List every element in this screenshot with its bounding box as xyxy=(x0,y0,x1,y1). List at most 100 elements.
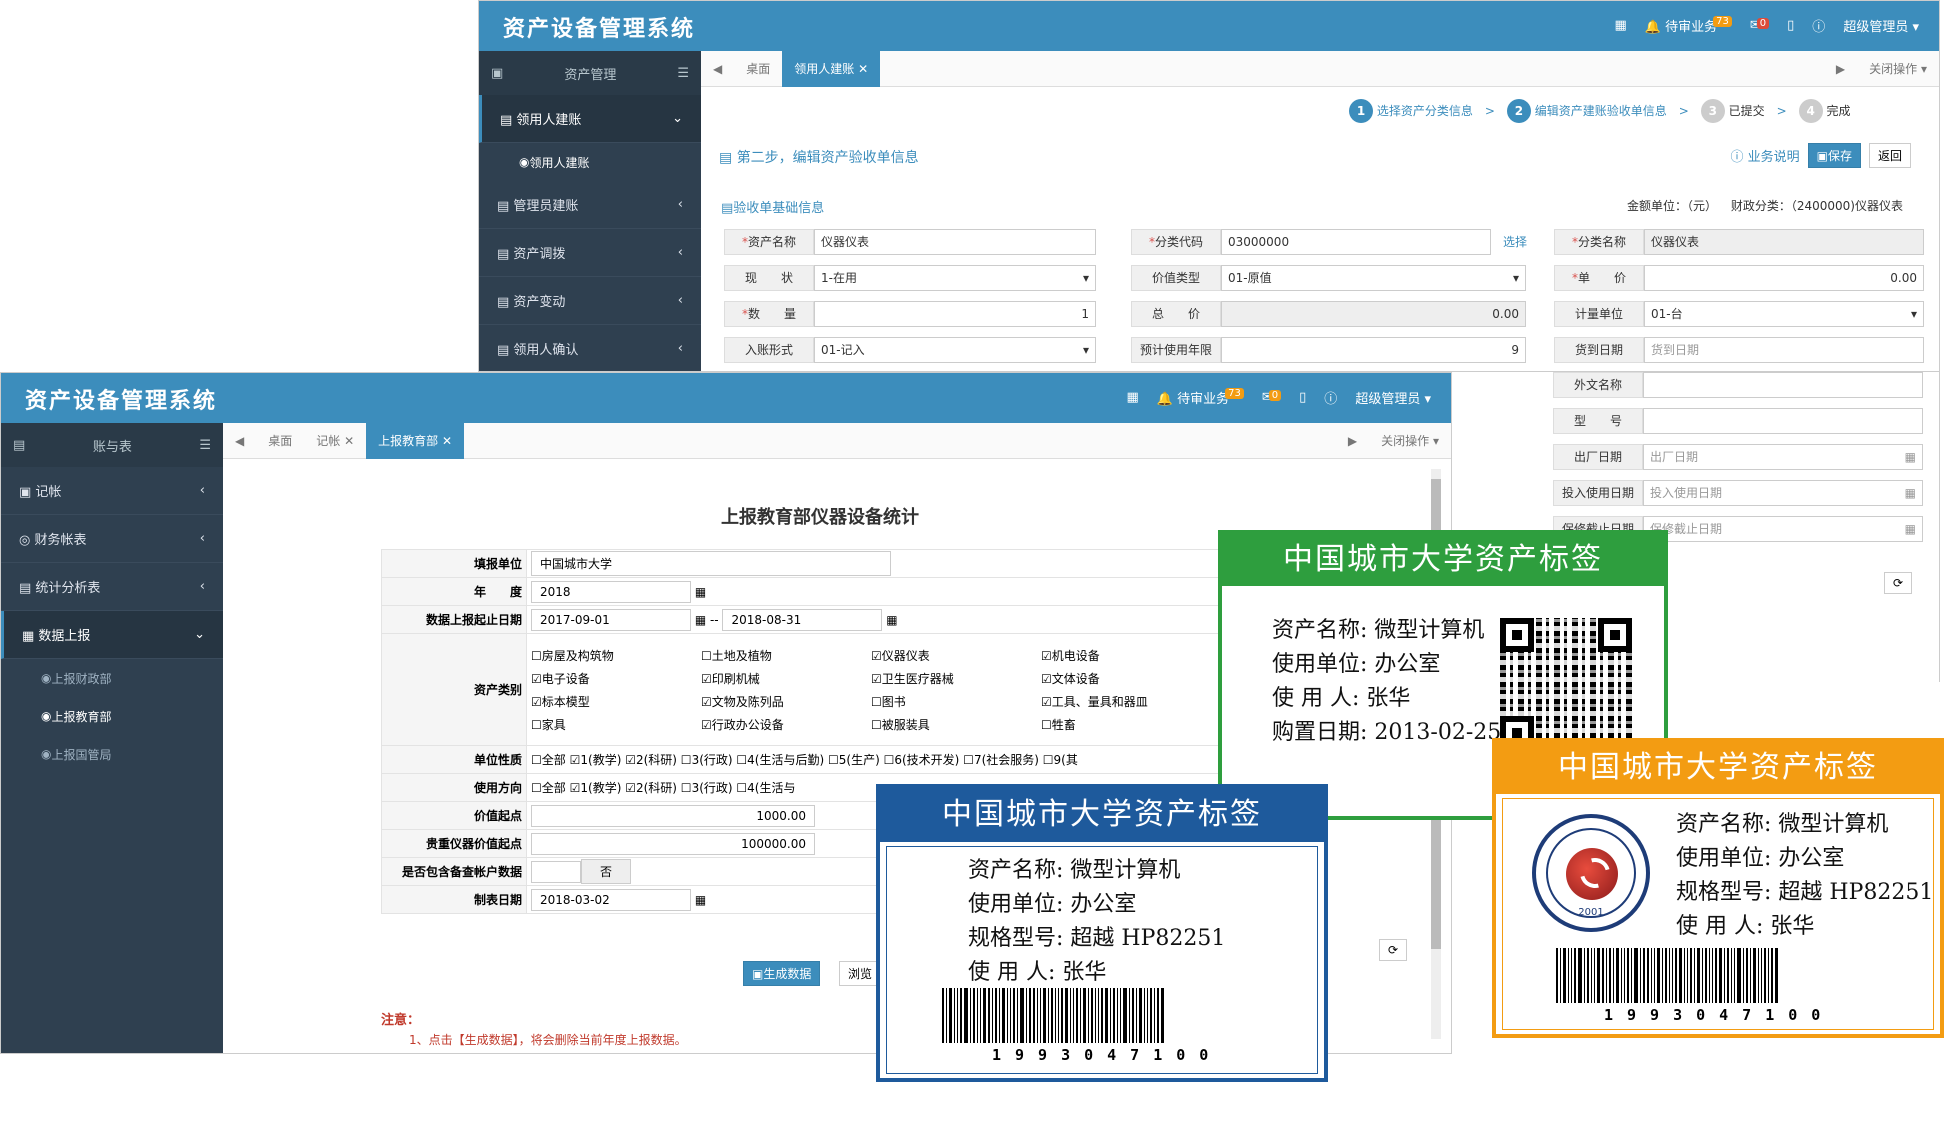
sidebar-sub-finance[interactable]: ◉ 上报财政部 xyxy=(1,659,223,697)
cat-checkbox[interactable]: ☐房屋及构筑物 xyxy=(531,647,701,664)
barcode-bar xyxy=(1613,948,1614,1003)
sidebar-item-ledger[interactable]: ▤ 领用人建账 ⌄ xyxy=(479,95,701,143)
table-date-input[interactable]: 2018-03-02 xyxy=(531,888,691,911)
generate-data-button[interactable]: ▣生成数据 xyxy=(743,961,821,986)
tab-prev-icon[interactable]: ◀ xyxy=(701,51,734,87)
mobile-icon[interactable]: ▯ xyxy=(1299,390,1306,405)
nature-checkbox[interactable]: ☐6(技术开发) xyxy=(884,753,960,767)
grid-icon[interactable]: ▦ xyxy=(1126,390,1138,405)
mobile-icon[interactable]: ▯ xyxy=(1787,18,1794,33)
nature-checkbox[interactable]: ☐3(行政) xyxy=(681,753,733,767)
cat-checkbox[interactable]: ☑工具、量具和器皿 xyxy=(1041,693,1211,710)
mail-icon[interactable]: ✉0 xyxy=(1262,390,1282,405)
dir-checkbox[interactable]: ☐全部 xyxy=(531,781,566,795)
cat-checkbox[interactable]: ☐土地及植物 xyxy=(701,647,871,664)
sidebar-item-report[interactable]: ▦ 数据上报 ⌄ xyxy=(1,611,223,659)
barcode-bar xyxy=(1556,948,1558,1003)
sidebar-sub-gov[interactable]: ◉ 上报国管局 xyxy=(1,735,223,773)
cat-checkbox[interactable]: ☐被服装具 xyxy=(871,716,1041,733)
cat-checkbox[interactable]: ☑行政办公设备 xyxy=(701,716,871,733)
nature-checkbox[interactable]: ☑1(教学) xyxy=(570,753,622,767)
menu-toggle-icon[interactable]: ☰ xyxy=(199,438,211,453)
sidebar-item-transfer[interactable]: ▤ 资产调拨 ‹ xyxy=(479,229,701,277)
nature-checkbox[interactable]: ☐9(其 xyxy=(1043,753,1078,767)
tab-bookkeeping[interactable]: 记帐 ✕ xyxy=(304,423,366,459)
calendar-icon[interactable]: ▦ xyxy=(691,585,706,599)
pending-link[interactable]: 🔔 待审业务73 xyxy=(1645,16,1732,35)
start-value-input[interactable]: 1000.00 xyxy=(531,804,815,827)
dir-checkbox[interactable]: ☑2(科研) xyxy=(625,781,677,795)
pending-link[interactable]: 🔔 待审业务73 xyxy=(1157,388,1244,407)
help-icon[interactable]: ⓘ xyxy=(1812,16,1825,35)
user-menu[interactable]: 超级管理员 ▾ xyxy=(1355,388,1431,407)
cat-checkbox[interactable]: ☑文物及陈列品 xyxy=(701,693,871,710)
label-line: 资产名称: 微型计算机 xyxy=(1272,618,1485,643)
tab-next-icon[interactable]: ▶ xyxy=(1824,51,1857,87)
sidebar-item-bookkeeping[interactable]: ▣ 记帐 ‹ xyxy=(1,467,223,515)
grid-icon[interactable]: ▦ xyxy=(1614,18,1626,33)
barcode-bar xyxy=(988,988,990,1043)
chevron-left-icon: ‹ xyxy=(677,341,683,356)
barcode-bar xyxy=(954,988,955,1043)
barcode-bar xyxy=(1687,948,1688,1003)
barcode-bar xyxy=(1731,948,1732,1003)
barcode-bar xyxy=(1771,948,1773,1003)
label-line: 使用单位: 办公室 xyxy=(1676,846,1845,871)
cat-checkbox[interactable]: ☐家具 xyxy=(531,716,701,733)
tab-report-education[interactable]: 上报教育部 ✕ xyxy=(366,422,465,459)
sidebar-item-confirm[interactable]: ▤ 领用人确认 ‹ xyxy=(479,325,701,371)
nature-checkbox[interactable]: ☐5(生产) xyxy=(828,753,880,767)
close-ops[interactable]: 关闭操作 ▾ xyxy=(1857,51,1939,87)
dir-checkbox[interactable]: ☐3(行政) xyxy=(681,781,733,795)
sidebar-item-admin[interactable]: ▤ 管理员建账 ‹ xyxy=(479,181,701,229)
refresh-button[interactable]: ⟳ xyxy=(1379,939,1408,961)
sidebar-item-stats[interactable]: ▤ 统计分析表 ‹ xyxy=(1,563,223,611)
date-to-input[interactable]: 2018-08-31 xyxy=(722,608,883,631)
nature-checkbox[interactable]: ☑2(科研) xyxy=(625,753,677,767)
heavy-value-input[interactable]: 100000.00 xyxy=(531,832,815,855)
barcode-bar xyxy=(1669,948,1670,1003)
cat-checkbox[interactable]: ☑机电设备 xyxy=(1041,647,1211,664)
tab-ledger[interactable]: 领用人建账 ✕ xyxy=(782,50,881,87)
include-toggle[interactable] xyxy=(531,861,581,883)
cat-checkbox[interactable]: ☑标本模型 xyxy=(531,693,701,710)
barcode-bar xyxy=(949,988,952,1043)
dir-checkbox[interactable]: ☐4(生活与 xyxy=(736,781,795,795)
mail-icon[interactable]: ✉0 xyxy=(1750,18,1770,33)
label-line: 资产名称: 微型计算机 xyxy=(968,858,1181,883)
tab-prev-icon[interactable]: ◀ xyxy=(223,423,256,459)
select-link[interactable]: 选择 xyxy=(1503,233,1527,250)
sidebar-sub-education[interactable]: ◉ 上报教育部 xyxy=(1,697,223,735)
help-link[interactable]: ⓘ 业务说明 xyxy=(1730,146,1799,165)
sidebar-item-finance[interactable]: ◎ 财务帐表 ‹ xyxy=(1,515,223,563)
save-button[interactable]: ▣保存 xyxy=(1807,143,1861,168)
cat-checkbox[interactable]: ☑电子设备 xyxy=(531,670,701,687)
cat-checkbox[interactable]: ☑卫生医疗器械 xyxy=(871,670,1041,687)
nature-checkbox[interactable]: ☐4(生活与后勤) xyxy=(736,753,824,767)
tab-desktop[interactable]: 桌面 xyxy=(734,51,782,87)
barcode-bar xyxy=(1117,988,1118,1043)
cat-checkbox[interactable]: ☑仪器仪表 xyxy=(871,647,1041,664)
cat-checkbox[interactable]: ☑文体设备 xyxy=(1041,670,1211,687)
year-input[interactable]: 2018 xyxy=(531,580,691,603)
dir-checkbox[interactable]: ☑1(教学) xyxy=(570,781,622,795)
menu-toggle-icon[interactable]: ☰ xyxy=(677,66,689,81)
back-button[interactable]: 返回 xyxy=(1868,143,1911,168)
sidebar-sub-ledger[interactable]: ◉ 领用人建账 xyxy=(479,143,701,181)
unit-input[interactable]: 中国城市大学 xyxy=(531,551,891,576)
refresh-button[interactable]: ⟳ xyxy=(1884,572,1913,594)
browse-button[interactable]: 浏览 xyxy=(839,961,882,986)
cat-checkbox[interactable]: ☐牲畜 xyxy=(1041,716,1211,733)
tab-next-icon[interactable]: ▶ xyxy=(1336,423,1369,459)
sidebar-item-change[interactable]: ▤ 资产变动 ‹ xyxy=(479,277,701,325)
user-menu[interactable]: 超级管理员 ▾ xyxy=(1843,16,1919,35)
help-icon[interactable]: ⓘ xyxy=(1324,388,1337,407)
cat-checkbox[interactable]: ☐图书 xyxy=(871,693,1041,710)
cat-checkbox[interactable]: ☑印刷机械 xyxy=(701,670,871,687)
close-ops[interactable]: 关闭操作 ▾ xyxy=(1369,423,1451,459)
nature-checkbox[interactable]: ☐7(社会服务) xyxy=(963,753,1039,767)
date-from-input[interactable]: 2017-09-01 xyxy=(531,608,691,631)
nature-checkbox[interactable]: ☐全部 xyxy=(531,753,566,767)
tab-desktop[interactable]: 桌面 xyxy=(256,423,304,459)
field-class-code: *分类代码 03000000 xyxy=(1131,229,1491,255)
